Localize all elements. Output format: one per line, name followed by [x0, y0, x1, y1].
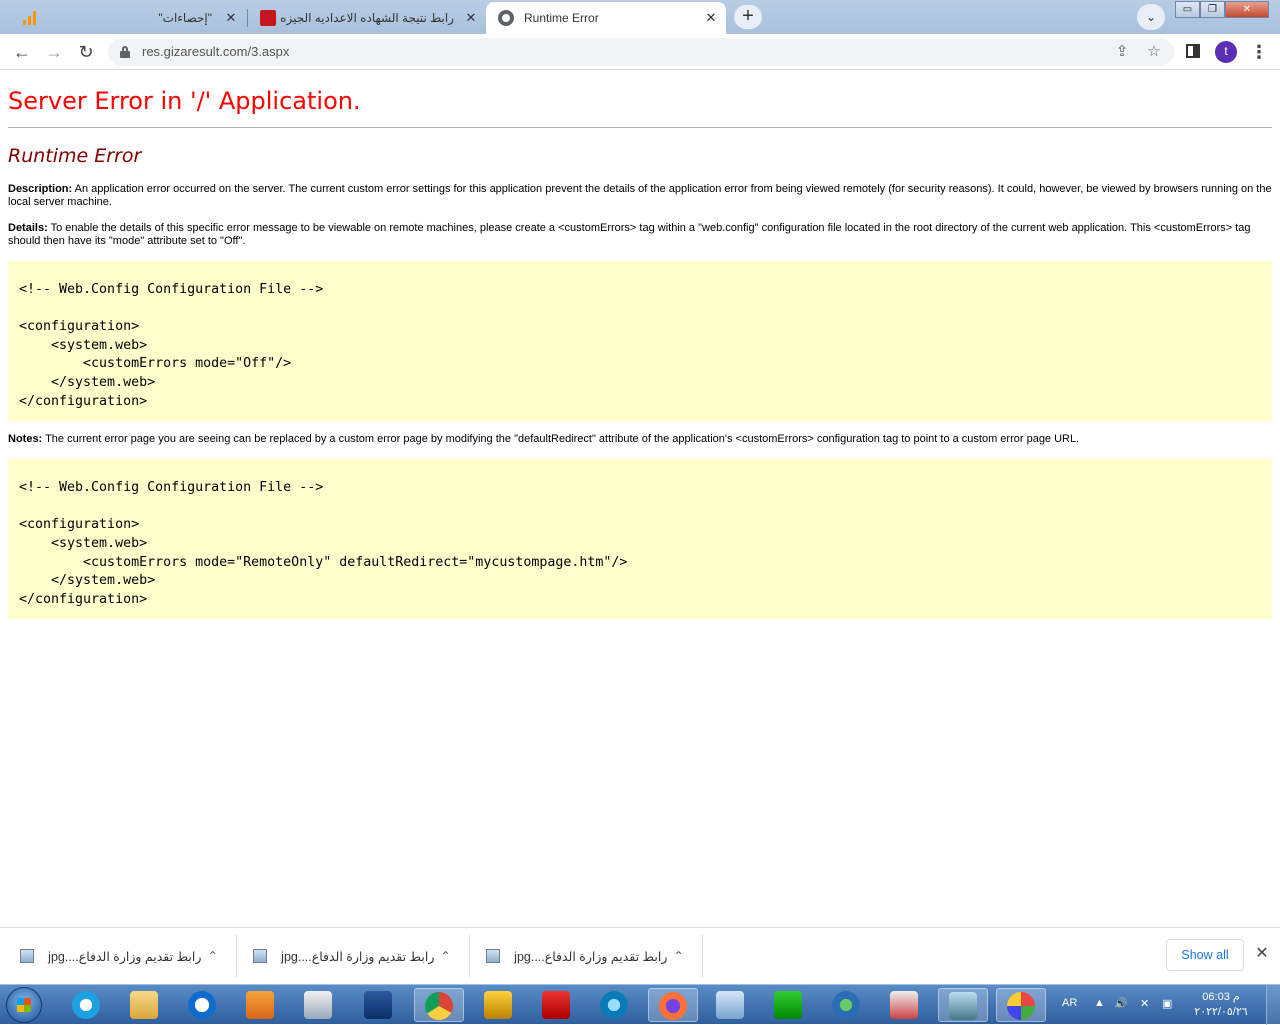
notes-text: The current error page you are seeing ca… [42, 433, 1080, 446]
description-text: An application error occurred on the ser… [8, 183, 1272, 208]
window-close-button[interactable]: ✕ [1225, 1, 1269, 18]
tray-expand-icon[interactable]: ▲ [1094, 997, 1105, 1009]
downloads-bar: رابط تقديم وزارة الدفاع....jpg ⌃ رابط تق… [0, 927, 1280, 984]
screen-capture-icon[interactable] [354, 988, 404, 1022]
new-tab-button[interactable]: + [734, 5, 762, 29]
clock-date: ٢٠٢٢/٠٥/٢٦ [1194, 1006, 1248, 1018]
back-button[interactable]: ← [10, 40, 34, 64]
window-controls: ▭ ❐ ✕ [1175, 1, 1269, 18]
details-text: To enable the details of this specific e… [8, 222, 1251, 247]
notepad-icon[interactable] [294, 988, 344, 1022]
news-site-icon [260, 10, 276, 26]
kebab-menu-icon[interactable]: ⋮ [1250, 42, 1268, 62]
browser-toolbar: ← → ↻ res.gizaresult.com/3.aspx ⇪ ☆ [0, 34, 1280, 70]
image-file-icon [253, 949, 268, 963]
start-button[interactable] [6, 987, 42, 1023]
chevron-up-icon[interactable]: ⌃ [667, 949, 690, 963]
divider [8, 127, 1272, 128]
arrow-app-icon[interactable] [764, 988, 814, 1022]
forward-button[interactable]: → [42, 40, 66, 64]
notes-icon[interactable] [706, 988, 756, 1022]
error-page: Server Error in '/' Application. Runtime… [8, 70, 1272, 620]
video-converter-icon[interactable] [590, 988, 640, 1022]
image-file-icon [486, 949, 501, 963]
system-clock[interactable]: 06:03 م ٢٠٢٢/٠٥/٢٦ [1186, 990, 1256, 1020]
bookmark-star-icon[interactable]: ☆ [1144, 42, 1164, 62]
tab-title: "إحصاءات" [158, 11, 212, 25]
notes-label: Notes: [8, 433, 43, 446]
tab-title: Runtime Error [524, 11, 599, 25]
url-text[interactable]: res.gizaresult.com/3.aspx [142, 44, 289, 59]
scissors-icon[interactable] [880, 988, 930, 1022]
download-item[interactable]: رابط تقديم وزارة الدفاع....jpg ⌃ [233, 934, 467, 978]
globe-icon [498, 10, 514, 26]
close-icon[interactable]: ✕ [702, 10, 720, 26]
notes-paragraph: Notes: The current error page you are se… [8, 433, 1272, 446]
download-filename: رابط تقديم وزارة الدفاع....jpg [48, 949, 202, 964]
close-icon[interactable]: ✕ [462, 10, 480, 26]
action-center-icon[interactable]: ▣ [1162, 997, 1172, 1010]
show-desktop-button[interactable] [1266, 985, 1280, 1025]
tab-search-button[interactable]: ⌄ [1137, 4, 1165, 30]
divider [702, 935, 703, 977]
restore-button[interactable]: ❐ [1200, 1, 1225, 18]
image-file-icon [20, 949, 35, 963]
tab-results[interactable]: رابط نتيجة الشهاده الاعداديه الجيزه 2022… [250, 2, 486, 34]
chevron-up-icon[interactable]: ⌃ [201, 949, 224, 963]
details-label: Details: [8, 222, 48, 234]
minimize-button[interactable]: ▭ [1175, 1, 1200, 18]
internet-explorer-icon[interactable] [62, 988, 112, 1022]
details-paragraph: Details: To enable the details of this s… [8, 222, 1272, 248]
close-icon[interactable]: ✕ [1252, 944, 1272, 964]
tab-runtime-error[interactable]: Runtime Error ✕ [486, 2, 726, 34]
tab-strip: "إحصاءات" ✕ رابط نتيجة الشهاده الاعداديه… [0, 0, 1280, 34]
description-label: Description: [8, 183, 73, 195]
page-title: Server Error in '/' Application. [8, 87, 361, 115]
config-code-block-off: <!-- Web.Config Configuration File --> <… [8, 261, 1272, 422]
chevron-up-icon[interactable]: ⌃ [434, 949, 457, 963]
config-code-block-remote: <!-- Web.Config Configuration File --> <… [8, 459, 1272, 620]
analytics-bars-icon [22, 10, 38, 26]
download-item[interactable]: رابط تقديم وزارة الدفاع....jpg ⌃ [466, 934, 700, 978]
teamviewer-icon[interactable] [178, 988, 228, 1022]
reload-button[interactable]: ↻ [74, 40, 98, 64]
network-status-icon[interactable]: ✕ [1140, 997, 1149, 1010]
volume-icon[interactable]: 🔊 [1114, 997, 1128, 1010]
address-bar[interactable]: res.gizaresult.com/3.aspx ⇪ ☆ [108, 38, 1174, 66]
side-panel-icon[interactable] [1186, 44, 1200, 58]
file-explorer-icon[interactable] [120, 988, 170, 1022]
download-filename: رابط تقديم وزارة الدفاع....jpg [514, 949, 668, 964]
tab-analytics[interactable]: "إحصاءات" ✕ [8, 2, 246, 34]
show-all-button[interactable]: Show all [1166, 939, 1244, 971]
close-icon[interactable]: ✕ [222, 10, 240, 26]
paint-icon[interactable] [996, 988, 1046, 1022]
error-subtitle: Runtime Error [8, 145, 142, 167]
lock-icon[interactable] [120, 46, 130, 58]
image-viewer-icon[interactable] [938, 988, 988, 1022]
clock-time: 06:03 م [1202, 991, 1240, 1003]
language-indicator[interactable]: AR [1062, 997, 1077, 1009]
tab-divider [247, 9, 248, 27]
acrobat-reader-icon[interactable] [532, 988, 582, 1022]
media-player-icon[interactable] [236, 988, 286, 1022]
windows-taskbar: AR ▲ 🔊 ✕ ▣ 06:03 م ٢٠٢٢/٠٥/٢٦ [0, 984, 1280, 1025]
download-item[interactable]: رابط تقديم وزارة الدفاع....jpg ⌃ [0, 934, 234, 978]
share-icon[interactable]: ⇪ [1112, 42, 1132, 62]
description-paragraph: Description: An application error occurr… [8, 183, 1272, 209]
tab-title: رابط نتيجة الشهاده الاعداديه الجيزه 2022… [276, 11, 454, 25]
download-filename: رابط تقديم وزارة الدفاع....jpg [281, 949, 435, 964]
network-globe-icon[interactable] [822, 988, 872, 1022]
chrome-icon[interactable] [414, 988, 464, 1022]
firefox-icon[interactable] [648, 988, 698, 1022]
winamp-icon[interactable] [474, 988, 524, 1022]
profile-avatar[interactable]: t [1215, 41, 1237, 63]
